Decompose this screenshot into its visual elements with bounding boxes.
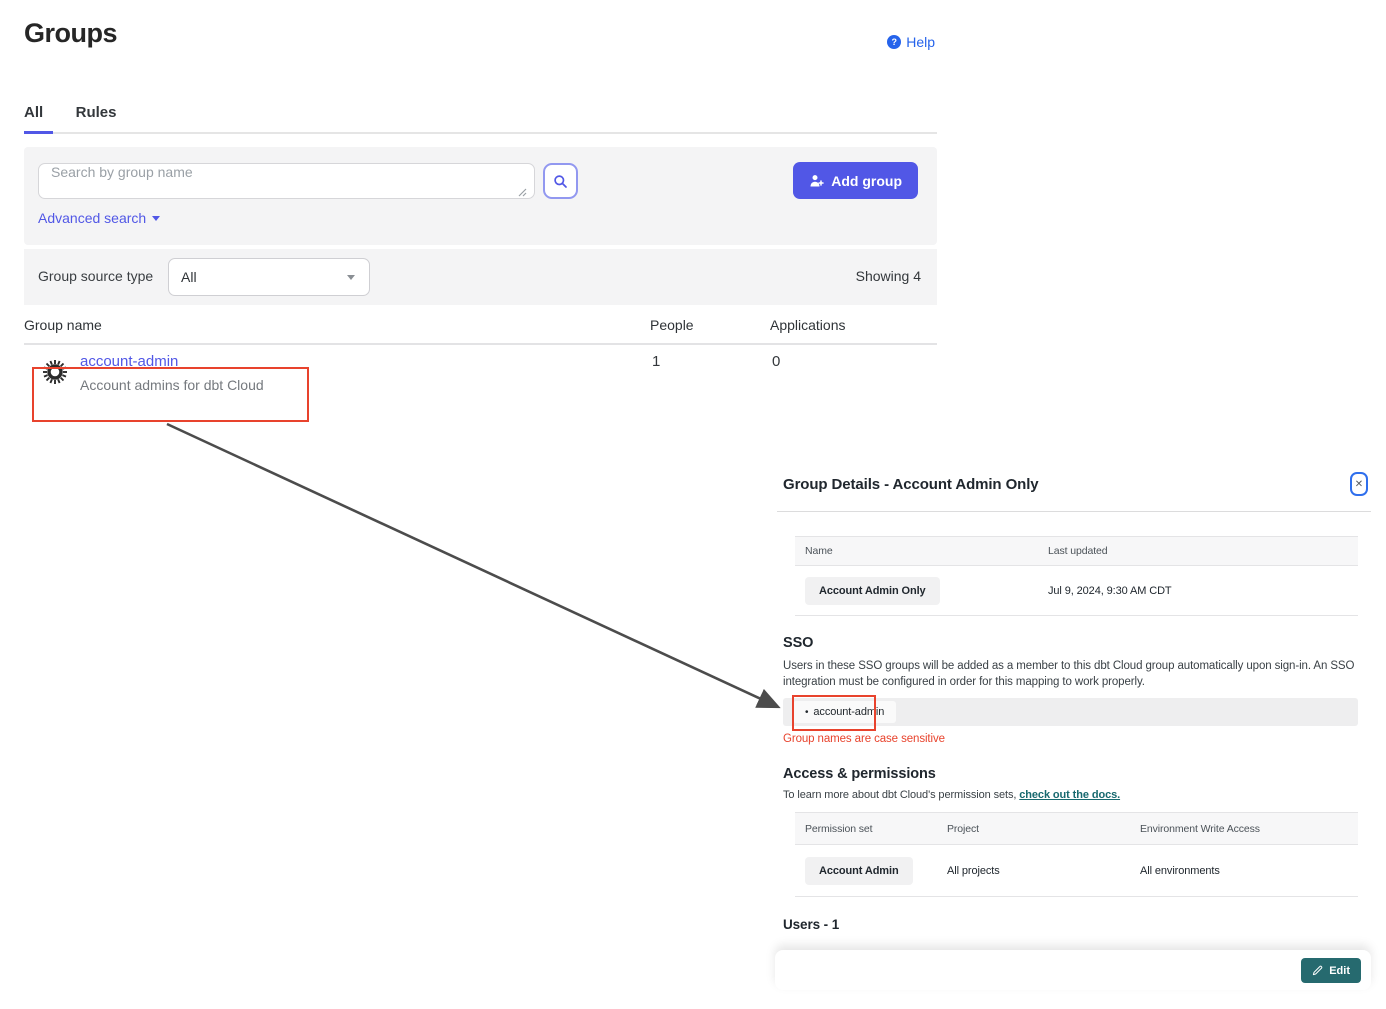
advanced-search-label: Advanced search (38, 210, 146, 226)
page-title: Groups (24, 18, 937, 49)
tab-all[interactable]: All (24, 104, 43, 121)
group-details-panel: Group Details - Account Admin Only ✕ Nam… (783, 468, 1371, 502)
project-value: All projects (947, 865, 1140, 877)
access-intro-text: To learn more about dbt Cloud's permissi… (783, 789, 1019, 801)
name-table: Name Last updated Account Admin Only Jul… (795, 536, 1358, 616)
help-icon: ? (887, 35, 901, 49)
add-group-button[interactable]: Add group (793, 162, 918, 199)
tab-bar: All Rules (24, 104, 937, 134)
panel-title: Group Details - Account Admin Only (783, 468, 1371, 493)
panel-divider (777, 511, 1371, 512)
environment-value: All environments (1140, 865, 1358, 877)
page-header: Groups ? Help (24, 18, 937, 68)
table-row: account-admin Account admins for dbt Clo… (24, 345, 937, 411)
help-link[interactable]: ? Help (887, 34, 935, 50)
showing-count: Showing 4 (856, 268, 921, 284)
access-permissions-heading: Access & permissions (783, 766, 936, 782)
search-input[interactable] (38, 163, 535, 199)
column-last-updated: Last updated (1048, 545, 1358, 557)
column-environment-write-access: Environment Write Access (1140, 823, 1358, 835)
access-intro: To learn more about dbt Cloud's permissi… (783, 789, 1120, 801)
panel-footer: Edit (775, 950, 1371, 990)
people-count: 1 (652, 353, 660, 370)
column-applications: Applications (770, 317, 846, 333)
groups-table: Group name People Applications (24, 309, 937, 411)
permissions-table-header: Permission set Project Environment Write… (795, 812, 1358, 845)
edit-button[interactable]: Edit (1301, 958, 1361, 983)
sso-description: Users in these SSO groups will be added … (783, 658, 1371, 691)
sso-heading: SSO (783, 635, 813, 651)
edit-label: Edit (1329, 965, 1350, 977)
search-panel: Advanced search Add group (24, 147, 937, 245)
advanced-search-toggle[interactable]: Advanced search (38, 210, 160, 226)
selected-option: All (181, 269, 197, 285)
applications-count: 0 (772, 353, 780, 370)
permissions-table: Permission set Project Environment Write… (795, 812, 1358, 897)
add-group-label: Add group (831, 173, 902, 189)
groups-table-header: Group name People Applications (24, 309, 937, 345)
column-permission-set: Permission set (795, 823, 947, 835)
group-source-type-label: Group source type (38, 268, 153, 284)
column-project: Project (947, 823, 1140, 835)
sso-group-item: account-admin (793, 701, 896, 723)
pencil-icon (1312, 965, 1323, 976)
name-table-header: Name Last updated (795, 536, 1358, 566)
tab-rules[interactable]: Rules (76, 104, 117, 121)
column-people: People (650, 317, 694, 333)
tabs-divider (24, 132, 937, 134)
groups-page: Groups ? Help All Rules Advanced search (24, 18, 937, 411)
column-group-name: Group name (24, 317, 102, 333)
docs-link[interactable]: check out the docs. (1019, 789, 1120, 801)
group-name-link[interactable]: account-admin (80, 353, 178, 370)
user-plus-icon (809, 174, 824, 188)
last-updated-value: Jul 9, 2024, 9:30 AM CDT (1048, 585, 1358, 597)
filter-bar: Group source type All Showing 4 (24, 249, 937, 305)
caret-down-icon (347, 275, 355, 280)
group-sunburst-icon (42, 359, 68, 385)
column-name: Name (795, 545, 1048, 557)
table-row: Account Admin All projects All environme… (795, 845, 1358, 897)
group-source-type-select[interactable]: All (168, 258, 370, 296)
caret-down-icon (152, 216, 160, 221)
group-description: Account admins for dbt Cloud (80, 377, 264, 393)
table-row: Account Admin Only Jul 9, 2024, 9:30 AM … (795, 566, 1358, 616)
search-button[interactable] (543, 163, 578, 199)
case-sensitive-warning: Group names are case sensitive (783, 733, 945, 745)
close-icon[interactable]: ✕ (1350, 472, 1368, 496)
search-icon (553, 174, 568, 189)
group-name-chip: Account Admin Only (805, 577, 940, 605)
permission-set-chip: Account Admin (805, 857, 913, 885)
panel-header: Group Details - Account Admin Only ✕ (783, 468, 1371, 502)
sso-group-bar: account-admin (783, 698, 1358, 726)
users-heading: Users - 1 (783, 917, 839, 932)
help-label: Help (906, 34, 935, 50)
active-tab-indicator (24, 131, 53, 134)
